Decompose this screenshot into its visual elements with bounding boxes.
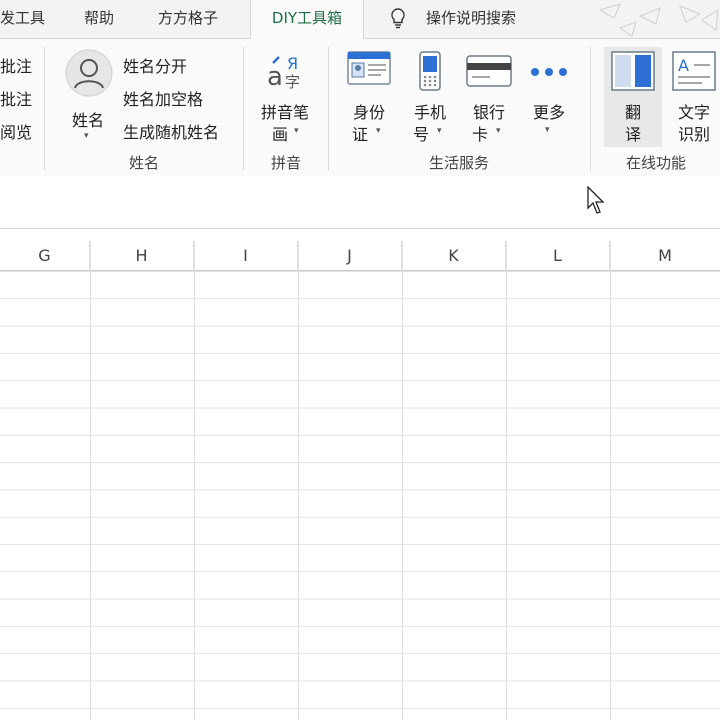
- grid-column-line: [402, 241, 403, 720]
- group-label-online: 在线功能: [625, 154, 686, 172]
- ocr-button[interactable]: A 文字 识别: [668, 51, 720, 146]
- ocr-icon: A: [672, 51, 716, 91]
- pinyin-button-line1: 拼音笔: [260, 103, 309, 122]
- bank-card-icon: [466, 55, 512, 87]
- translate-line2: 译: [624, 125, 641, 144]
- column-header-k[interactable]: K: [402, 241, 506, 270]
- tab-diy-toolbox[interactable]: DIY工具箱: [250, 0, 364, 39]
- bank-card-line2: 卡: [471, 125, 488, 144]
- tab-help[interactable]: 帮助: [84, 0, 114, 38]
- mouse-cursor-icon: [587, 186, 605, 214]
- column-header-l[interactable]: L: [506, 241, 610, 270]
- column-header-h[interactable]: H: [90, 241, 194, 270]
- grid-column-line: [506, 241, 507, 720]
- tab-fangfang-gezi[interactable]: 方方格子: [158, 0, 218, 38]
- bank-card-line1: 银行: [472, 103, 505, 122]
- grid-column-line: [610, 241, 611, 720]
- grid-column-line: [194, 241, 195, 720]
- chevron-down-icon: ▾: [376, 126, 381, 136]
- bank-card-button[interactable]: 银行 卡 ▾: [464, 51, 514, 146]
- chevron-down-icon: ▾: [84, 131, 89, 141]
- avatar-icon: [65, 49, 113, 97]
- grid-column-line: [90, 241, 91, 720]
- ribbon-item-review[interactable]: 阅览: [0, 119, 32, 143]
- lightbulb-icon: [391, 8, 405, 29]
- pinyin-icon: a Я 字: [267, 54, 300, 92]
- column-header-j[interactable]: J: [298, 241, 402, 270]
- translate-button[interactable]: 翻 译: [604, 51, 662, 146]
- ribbon-panel: 批注 批注 阅览 姓名 ▾ 姓名分开 姓名加空格 生成随机姓名 姓名 a Я 字…: [0, 38, 720, 178]
- column-header-g[interactable]: G: [0, 241, 90, 270]
- grid-column-line: [298, 241, 299, 720]
- chevron-down-icon: ▾: [545, 125, 550, 135]
- ribbon-item-comment-1[interactable]: 批注: [0, 53, 32, 77]
- decorative-pattern: [598, 3, 719, 37]
- cell-grid[interactable]: [0, 271, 720, 720]
- more-label: 更多: [532, 103, 565, 122]
- tell-me-label: 操作说明搜索: [426, 9, 517, 27]
- ocr-line2: 识别: [677, 125, 710, 144]
- formula-bar-area[interactable]: [0, 176, 720, 229]
- chevron-down-icon: ▾: [437, 126, 442, 136]
- pinyin-button-line2: 画: [271, 125, 288, 144]
- column-header-row: G H I J K L M: [0, 241, 720, 271]
- chevron-down-icon: ▾: [294, 126, 299, 136]
- name-add-space-button[interactable]: 姓名加空格: [123, 86, 203, 110]
- translate-line1: 翻: [624, 103, 641, 122]
- ribbon-tab-bar: 发工具 帮助 方方格子 DIY工具箱 操作说明搜索: [0, 0, 720, 39]
- more-icon: [531, 68, 567, 76]
- id-card-line2: 证: [351, 125, 368, 144]
- group-label-name: 姓名: [128, 154, 159, 172]
- ribbon-item-comment-2[interactable]: 批注: [0, 86, 32, 110]
- id-card-icon: [347, 51, 391, 85]
- svg-text:a: a: [267, 62, 283, 92]
- column-header-i[interactable]: I: [194, 241, 298, 270]
- phone-line2: 号: [412, 125, 429, 144]
- tab-developer-tools[interactable]: 发工具: [0, 0, 45, 38]
- split-name-button[interactable]: 姓名分开: [123, 53, 187, 77]
- id-card-line1: 身份: [352, 103, 385, 122]
- phone-number-button[interactable]: 手机 号 ▾: [405, 51, 455, 146]
- more-services-button[interactable]: 更多 ▾: [524, 51, 574, 146]
- group-separator: [44, 47, 45, 171]
- chevron-down-icon: ▾: [496, 126, 501, 136]
- svg-text:Я: Я: [287, 54, 298, 73]
- phone-icon: [419, 51, 441, 91]
- pinyin-stroke-button[interactable]: a Я 字 拼音笔 画 ▾: [256, 49, 314, 144]
- group-label-life-services: 生活服务: [428, 154, 489, 172]
- tell-me-search[interactable]: 操作说明搜索: [386, 0, 556, 38]
- sheet-top-gap: [0, 229, 720, 241]
- group-separator: [590, 47, 591, 171]
- random-name-button[interactable]: 生成随机姓名: [123, 119, 219, 143]
- svg-text:字: 字: [285, 73, 300, 91]
- ocr-line1: 文字: [677, 103, 710, 122]
- id-card-button[interactable]: 身份 证 ▾: [344, 51, 394, 146]
- translate-icon: [611, 51, 655, 91]
- svg-text:A: A: [678, 56, 689, 75]
- group-label-pinyin: 拼音: [270, 154, 301, 172]
- phone-line1: 手机: [413, 103, 446, 122]
- column-header-m[interactable]: M: [610, 241, 720, 270]
- name-big-button[interactable]: 姓名 ▾: [62, 47, 114, 142]
- name-button-label: 姓名: [71, 111, 104, 130]
- group-separator: [328, 47, 329, 171]
